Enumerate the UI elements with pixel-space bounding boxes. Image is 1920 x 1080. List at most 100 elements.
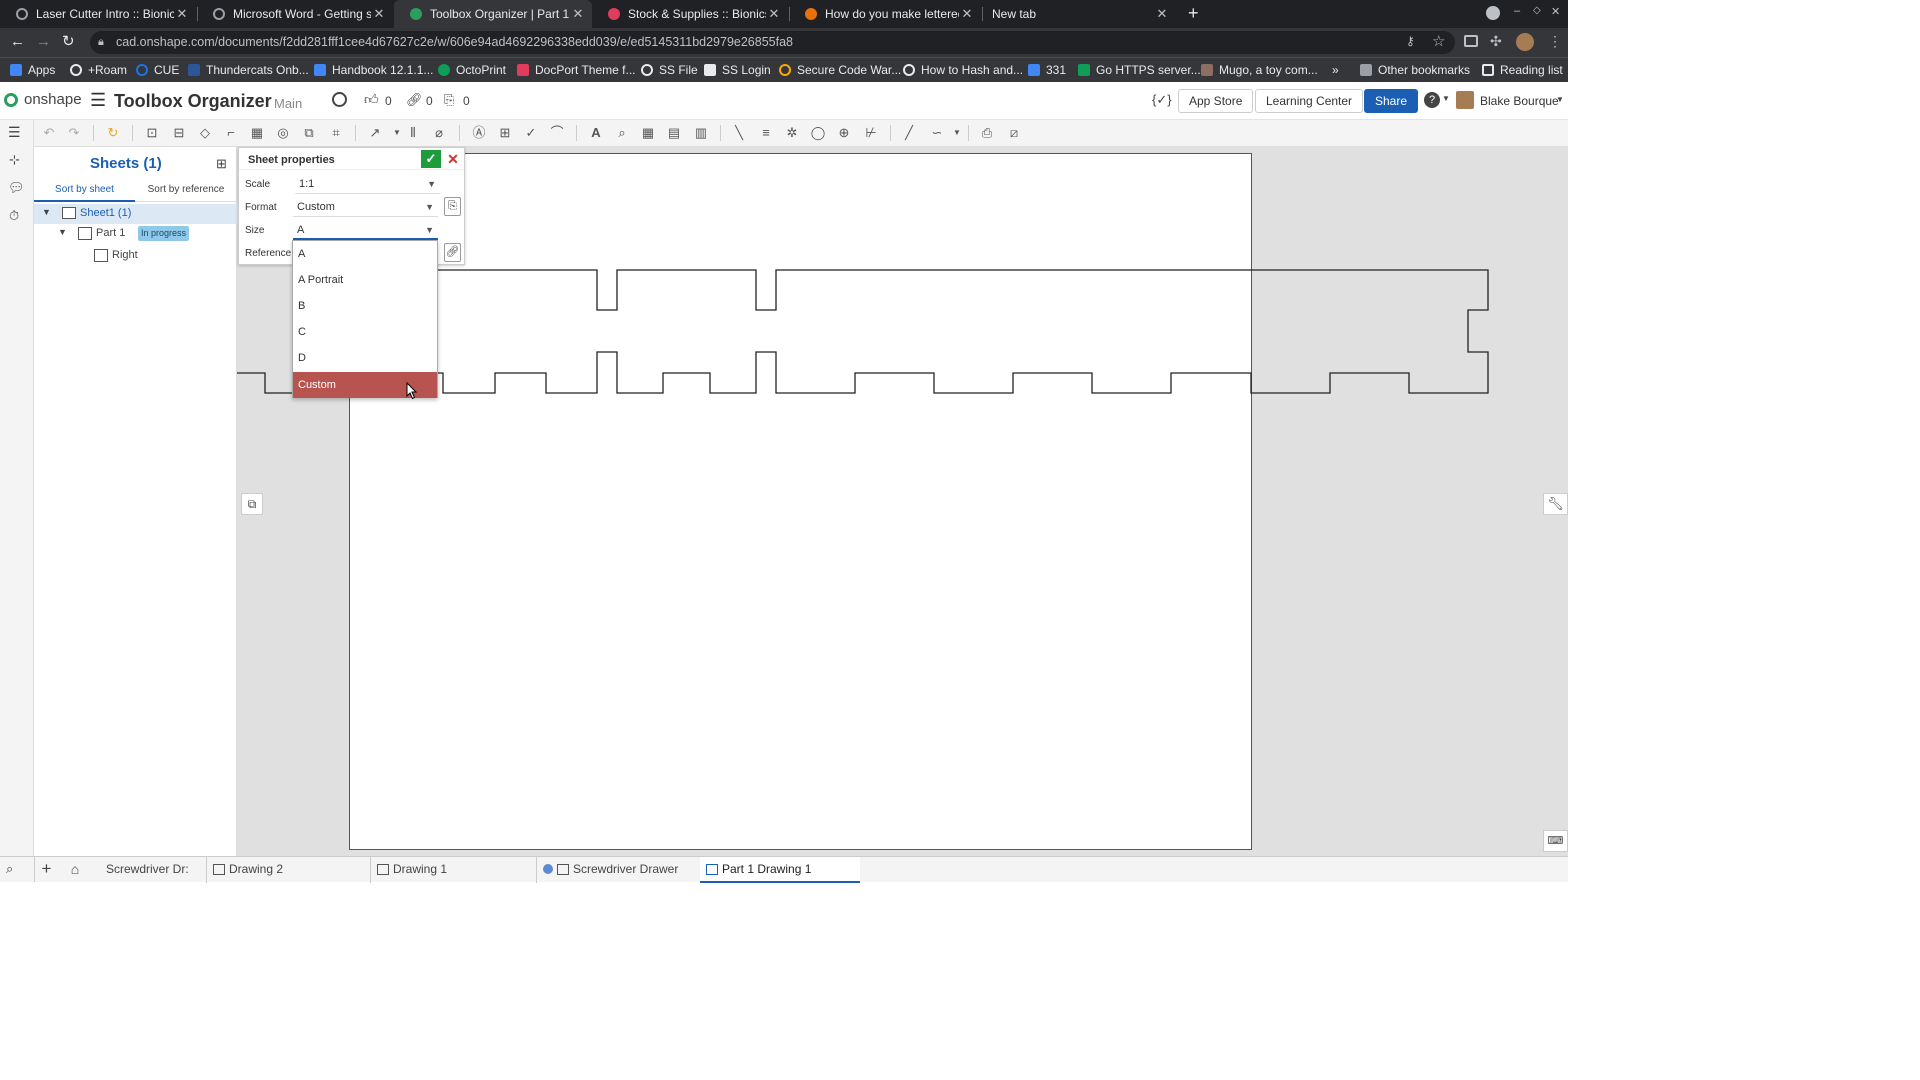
list-icon[interactable]: ☰ <box>8 124 21 141</box>
broken-view-icon[interactable]: ▦ <box>248 124 266 142</box>
close-icon[interactable]: ✕ <box>570 6 586 22</box>
branch-label[interactable]: Main <box>274 96 302 111</box>
document-title[interactable]: Toolbox Organizer <box>114 91 272 112</box>
detail-view-icon[interactable]: ◎ <box>274 124 292 142</box>
maximize-icon[interactable]: ◇ <box>1533 5 1541 16</box>
export-dxf-icon[interactable]: ⎙ <box>978 124 996 142</box>
history-icon[interactable]: ⏱︎ <box>9 208 19 224</box>
bottom-tab-active[interactable]: Part 1 Drawing 1 <box>700 857 860 883</box>
hole-callout-icon[interactable]: ⌀ <box>430 124 448 142</box>
globe-icon[interactable] <box>332 92 347 107</box>
section-view-icon[interactable]: ⌐ <box>222 124 240 142</box>
insert-view-icon[interactable]: ⊡ <box>143 124 161 142</box>
wrench-icon[interactable]: 🔧︎ <box>1543 493 1568 515</box>
tab-sort-by-reference[interactable]: Sort by reference <box>135 180 237 202</box>
copy-icon[interactable]: ⎘ <box>444 92 454 108</box>
bookmark-item[interactable]: CUE <box>136 58 179 83</box>
size-option[interactable]: A <box>293 241 437 267</box>
other-bookmarks[interactable]: Other bookmarks <box>1360 58 1470 83</box>
add-sheet-icon[interactable]: ⊞ <box>216 156 227 172</box>
close-icon[interactable]: ✕ <box>766 6 782 22</box>
dimension-icon[interactable]: ↗ <box>366 124 384 142</box>
auxiliary-view-icon[interactable]: ◇ <box>196 124 214 142</box>
reference-link-icon[interactable]: 🔗︎ <box>444 243 461 262</box>
close-icon[interactable]: ✕ <box>174 6 190 22</box>
chevron-down-icon[interactable]: ▼ <box>42 207 51 217</box>
table-icon[interactable]: ▦ <box>639 124 657 142</box>
back-icon[interactable]: ← <box>10 33 25 50</box>
bookmark-item[interactable]: OctoPrint <box>438 58 506 83</box>
sketch-line-icon[interactable]: ╱ <box>900 124 918 142</box>
redo-icon[interactable]: ↷ <box>65 124 83 142</box>
puzzle-icon[interactable]: ✣ <box>1490 33 1502 50</box>
key-icon[interactable]: ⚷ <box>1406 34 1415 48</box>
weld-icon[interactable]: ⌒ <box>548 124 566 142</box>
kebab-menu-icon[interactable]: ⋮ <box>1548 33 1562 50</box>
spline-icon[interactable]: ∽ <box>928 124 946 142</box>
size-option[interactable]: D <box>293 345 437 371</box>
like-icon[interactable]: 👍︎ <box>364 91 379 108</box>
tab-sort-by-sheet[interactable]: Sort by sheet <box>34 180 135 202</box>
scale-select[interactable]: 1:1 ▼ <box>295 174 440 194</box>
hole-table-icon[interactable]: ▥ <box>692 124 710 142</box>
callout-icon[interactable]: ⊞ <box>496 124 514 142</box>
bookmark-item[interactable]: DocPort Theme f... <box>517 58 635 83</box>
avatar[interactable] <box>1456 91 1474 109</box>
profile-avatar[interactable] <box>1516 33 1534 51</box>
text-icon[interactable]: A <box>587 124 605 142</box>
onshape-logo[interactable]: onshape <box>24 91 82 108</box>
extension-icon[interactable] <box>1464 35 1478 47</box>
home-icon[interactable]: ⌂ <box>60 857 90 882</box>
bookmark-item[interactable]: Handbook 12.1.1... <box>314 58 433 83</box>
insert-tab-button[interactable]: + <box>34 857 58 882</box>
search-icon[interactable]: ⌕ <box>613 124 631 142</box>
reload-icon[interactable]: ↻ <box>62 32 75 50</box>
help-icon[interactable]: ? <box>1424 92 1440 108</box>
surface-finish-icon[interactable]: ✓ <box>522 124 540 142</box>
circle-icon[interactable]: ◯ <box>809 124 827 142</box>
add-icon[interactable]: ⊹ <box>9 152 20 168</box>
minimize-icon[interactable]: – <box>1514 5 1520 17</box>
reading-list[interactable]: Reading list <box>1482 58 1563 83</box>
bottom-tab[interactable]: Screwdriver Dr: <box>96 857 200 883</box>
format-import-icon[interactable]: ⎘ <box>444 197 461 216</box>
trim-icon[interactable]: ⊬ <box>862 124 880 142</box>
close-window-icon[interactable]: ✕ <box>1551 5 1560 18</box>
learning-center-button[interactable]: Learning Center <box>1255 89 1364 113</box>
undo-icon[interactable]: ↶ <box>40 124 58 142</box>
bookmarks-overflow[interactable]: » <box>1332 58 1339 83</box>
featurescript-icon[interactable]: {✓} <box>1152 92 1172 108</box>
chevron-down-icon[interactable]: ▼ <box>1556 95 1564 104</box>
view-cube-icon[interactable]: ⧉ <box>241 493 263 515</box>
point-icon[interactable]: ⊕ <box>835 124 853 142</box>
projected-view-icon[interactable]: ⊟ <box>170 124 188 142</box>
tree-row-part[interactable]: ▼ Part 1 In progress <box>34 224 237 244</box>
bookmark-item[interactable]: Go HTTPS server... <box>1078 58 1201 83</box>
size-option[interactable]: C <box>293 319 437 345</box>
cancel-button[interactable]: ✕ <box>445 150 461 168</box>
format-select[interactable]: Custom ▼ <box>293 197 438 217</box>
comment-icon[interactable]: 💬︎ <box>8 180 25 196</box>
chevron-down-icon[interactable]: ▼ <box>58 227 67 237</box>
bottom-tab[interactable]: Drawing 2 <box>206 857 366 883</box>
bookmark-item[interactable]: 331 <box>1028 58 1066 83</box>
search-tabs-icon[interactable]: ⌕ <box>6 861 13 877</box>
user-name[interactable]: Blake Bourque <box>1480 94 1559 108</box>
tree-row-view[interactable]: Right <box>34 246 237 266</box>
bom-icon[interactable]: ▤ <box>665 124 683 142</box>
chevron-down-icon[interactable]: ▼ <box>948 124 966 142</box>
centerline-icon[interactable]: ≡ <box>757 124 775 142</box>
close-icon[interactable]: ✕ <box>371 6 387 22</box>
note-icon[interactable]: Ⓐ <box>470 124 488 142</box>
star-icon[interactable]: ☆ <box>1432 32 1445 50</box>
browser-tab[interactable]: How do you make lettered lis ✕ <box>789 0 981 28</box>
bookmark-item[interactable]: SS File <box>641 58 698 83</box>
break-view-icon[interactable]: ⧉ <box>300 124 318 142</box>
browser-tab[interactable]: Microsoft Word - Getting star ✕ <box>197 0 393 28</box>
browser-tab-active[interactable]: Toolbox Organizer | Part 1 Dr ✕ <box>394 0 592 28</box>
update-icon[interactable]: ↻ <box>104 124 122 142</box>
size-select[interactable]: A ▼ <box>293 220 438 240</box>
bookmark-item[interactable]: Mugo, a toy com... <box>1201 58 1318 83</box>
share-button[interactable]: Share <box>1364 89 1419 113</box>
close-icon[interactable]: ✕ <box>959 6 975 22</box>
